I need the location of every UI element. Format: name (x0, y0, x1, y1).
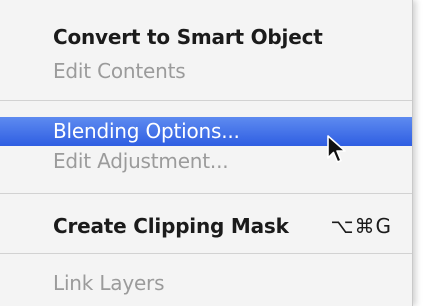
menu-item-label: Convert to Smart Object (53, 25, 323, 49)
menu-item-blending-options[interactable]: Blending Options... (0, 117, 412, 146)
menu-item-label: Edit Adjustment... (53, 149, 229, 173)
menu-item-convert-to-smart-object[interactable]: Convert to Smart Object (0, 23, 412, 52)
menu-item-link-layers: Link Layers (0, 269, 412, 298)
menu-item-label: Blending Options... (53, 119, 240, 143)
menu-item-label: Edit Contents (53, 59, 186, 83)
context-menu: Convert to Smart Object Edit Contents Bl… (0, 0, 413, 306)
menu-separator (0, 253, 412, 254)
menu-item-edit-contents: Edit Contents (0, 57, 412, 86)
keyboard-shortcut: ⌥⌘G (330, 214, 392, 238)
menu-item-edit-adjustment: Edit Adjustment... (0, 147, 412, 176)
menu-item-label: Link Layers (53, 271, 165, 295)
menu-item-label: Create Clipping Mask (53, 214, 289, 238)
menu-item-create-clipping-mask[interactable]: Create Clipping Mask ⌥⌘G (0, 212, 412, 241)
menu-separator (0, 193, 412, 194)
menu-separator (0, 100, 412, 101)
arrow-pointer-icon (327, 135, 346, 163)
